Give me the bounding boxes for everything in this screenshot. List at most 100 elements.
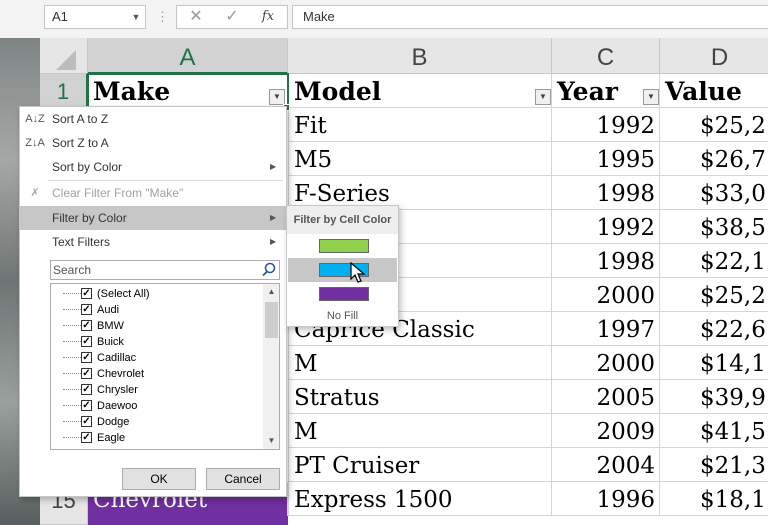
- cell-b1[interactable]: Model: [288, 74, 552, 108]
- column-header-d[interactable]: D: [660, 38, 768, 74]
- scrollbar-thumb[interactable]: [265, 302, 278, 338]
- row-header-1[interactable]: 1: [40, 74, 88, 108]
- filter-dropdown-year[interactable]: ▼: [643, 89, 659, 105]
- menu-filter-by-color[interactable]: Filter by Color: [20, 206, 286, 230]
- scroll-down-icon[interactable]: ▼: [263, 433, 279, 449]
- cell-model[interactable]: Stratus: [288, 380, 552, 414]
- cell-value[interactable]: $26,7: [660, 142, 768, 176]
- tree-connector: [63, 390, 81, 406]
- column-header-c[interactable]: C: [552, 38, 660, 74]
- cell-value[interactable]: $22,1: [660, 244, 768, 278]
- active-cell-border: [87, 73, 289, 109]
- filter-list-item[interactable]: ✓ Eagle: [63, 430, 259, 446]
- cell-year[interactable]: 2000: [552, 346, 660, 380]
- cancel-button[interactable]: Cancel: [206, 468, 280, 490]
- checkbox[interactable]: ✓: [81, 432, 92, 443]
- checkbox[interactable]: ✓: [81, 416, 92, 427]
- cell-d1[interactable]: Value: [660, 74, 768, 108]
- filter-list-item[interactable]: ✓ Chrysler: [63, 382, 259, 398]
- cell-value[interactable]: $39,9: [660, 380, 768, 414]
- menu-text-filters[interactable]: Text Filters: [20, 230, 286, 254]
- filter-list-item[interactable]: ✓ (Select All): [63, 286, 259, 302]
- cell-year[interactable]: 2000: [552, 278, 660, 312]
- tree-connector: [63, 358, 81, 374]
- scroll-up-icon[interactable]: ▲: [263, 284, 279, 300]
- menu-sort-a-to-z[interactable]: Sort A to Z: [20, 107, 286, 131]
- checkbox[interactable]: ✓: [81, 304, 92, 315]
- cell-year[interactable]: 2009: [552, 414, 660, 448]
- checkbox[interactable]: ✓: [81, 288, 92, 299]
- cell-model[interactable]: M: [288, 414, 552, 448]
- formula-input[interactable]: Make: [292, 5, 768, 29]
- filter-item-label: BMW: [97, 320, 124, 332]
- cell-value[interactable]: $33,0: [660, 176, 768, 210]
- submenu-arrow-icon: ▶: [270, 162, 277, 171]
- checkbox[interactable]: ✓: [81, 384, 92, 395]
- filter-list-item[interactable]: ✓ Cadillac: [63, 350, 259, 366]
- cell-year[interactable]: 1998: [552, 244, 660, 278]
- search-icon: [262, 262, 276, 277]
- checkmark-icon[interactable]: ✓: [222, 5, 242, 29]
- color-option-purple[interactable]: [288, 282, 397, 306]
- filter-list-item[interactable]: ✓ Daewoo: [63, 398, 259, 414]
- cell-model[interactable]: M5: [288, 142, 552, 176]
- cell-year[interactable]: 2004: [552, 448, 660, 482]
- cell-model[interactable]: Express 1500: [288, 482, 552, 516]
- column-header-b[interactable]: B: [288, 38, 552, 74]
- color-option-green[interactable]: [288, 234, 397, 258]
- cell-value[interactable]: $14,1: [660, 346, 768, 380]
- filter-item-label: Eagle: [97, 432, 126, 444]
- submenu-title: Filter by Cell Color: [287, 206, 398, 234]
- filter-list-item[interactable]: ✓ Audi: [63, 302, 259, 318]
- filter-item-label: Daewoo: [97, 400, 138, 412]
- chevron-down-icon[interactable]: ▼: [126, 5, 146, 29]
- menu-sort-z-to-a[interactable]: Sort Z to A: [20, 131, 286, 155]
- filter-item-label: Chevrolet: [97, 368, 145, 380]
- cell-year[interactable]: 2005: [552, 380, 660, 414]
- cell-model[interactable]: M: [288, 346, 552, 380]
- submenu-arrow-icon: ▶: [270, 213, 277, 222]
- filter-list-item[interactable]: ✓ Buick: [63, 334, 259, 350]
- cell-year[interactable]: 1995: [552, 142, 660, 176]
- column-header-a[interactable]: A: [88, 38, 288, 74]
- cell-value[interactable]: $38,5: [660, 210, 768, 244]
- checkbox[interactable]: ✓: [81, 400, 92, 411]
- cell-value[interactable]: $41,5: [660, 414, 768, 448]
- filter-search-input[interactable]: Search: [50, 260, 280, 280]
- more-options-icon: ⋮: [156, 9, 169, 24]
- tree-connector: [63, 342, 81, 358]
- filter-by-cell-color-submenu: Filter by Cell Color No Fill: [286, 205, 399, 327]
- tree-connector: [63, 406, 81, 422]
- filter-item-label: Dodge: [97, 416, 130, 428]
- filter-list-item[interactable]: ✓ BMW: [63, 318, 259, 334]
- filter-list-item[interactable]: ✓ Dodge: [63, 414, 259, 430]
- cell-value[interactable]: $22,6: [660, 312, 768, 346]
- cell-model[interactable]: PT Cruiser: [288, 448, 552, 482]
- cell-value[interactable]: $21,3: [660, 448, 768, 482]
- cell-year[interactable]: 1992: [552, 108, 660, 142]
- ok-button[interactable]: OK: [122, 468, 196, 490]
- filter-list-item[interactable]: ✓ Chevrolet: [63, 366, 259, 382]
- cell-value[interactable]: $25,2: [660, 108, 768, 142]
- insert-function-icon[interactable]: fx: [256, 5, 280, 29]
- color-option-blue[interactable]: [288, 258, 397, 282]
- cell-year[interactable]: 1992: [552, 210, 660, 244]
- cell-year[interactable]: 1998: [552, 176, 660, 210]
- cancel-icon[interactable]: ✕: [186, 5, 206, 29]
- tree-connector: [63, 284, 81, 294]
- checkbox[interactable]: ✓: [81, 352, 92, 363]
- tree-connector: [63, 326, 81, 342]
- cell-model[interactable]: Fit: [288, 108, 552, 142]
- checkbox[interactable]: ✓: [81, 336, 92, 347]
- color-option-no-fill[interactable]: No Fill: [287, 306, 398, 326]
- filter-item-label: Audi: [97, 304, 120, 316]
- cell-value[interactable]: $18,1: [660, 482, 768, 516]
- cell-year[interactable]: 1996: [552, 482, 660, 516]
- checkbox[interactable]: ✓: [81, 368, 92, 379]
- cell-year[interactable]: 1997: [552, 312, 660, 346]
- filter-dropdown-model[interactable]: ▼: [535, 89, 551, 105]
- checkbox[interactable]: ✓: [81, 320, 92, 331]
- cell-value[interactable]: $25,2: [660, 278, 768, 312]
- green-swatch: [319, 239, 369, 253]
- menu-sort-by-color[interactable]: Sort by Color: [20, 155, 286, 179]
